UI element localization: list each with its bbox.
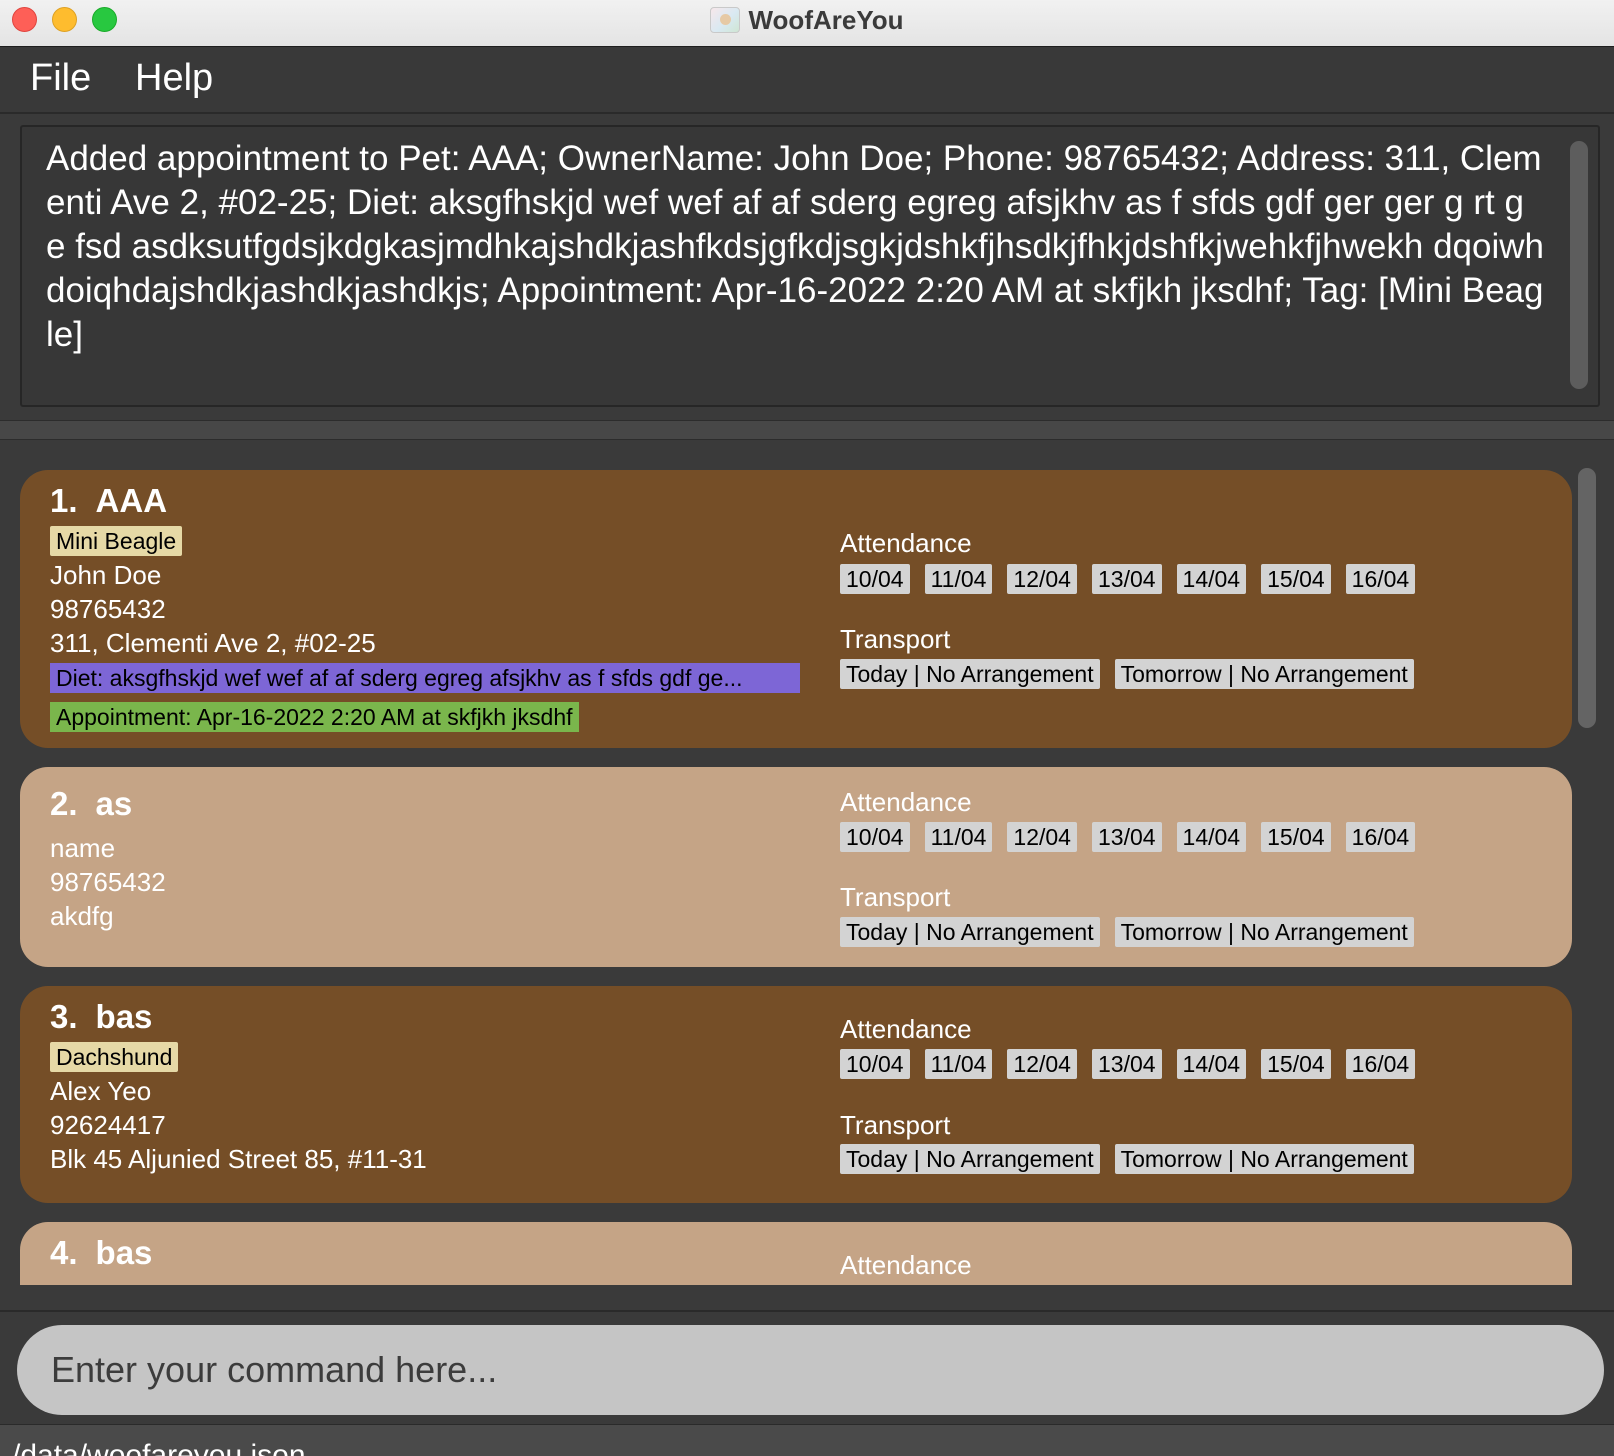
attendance-date-chip: 13/04 <box>1091 1049 1162 1079</box>
attendance-date-chip: 15/04 <box>1261 564 1331 594</box>
pet-name-heading: 1. AAA <box>50 482 167 520</box>
menu-help[interactable]: Help <box>135 57 213 100</box>
attendance-date-chip: 12/04 <box>1007 1049 1077 1079</box>
title-group: WoofAreYou <box>0 0 1614 40</box>
window-title: WoofAreYou <box>748 4 904 35</box>
owner-name: name <box>50 833 116 863</box>
attendance-heading: Attendance <box>840 787 972 817</box>
pet-name: AAA <box>95 482 168 519</box>
pet-index: 3. <box>50 998 78 1035</box>
command-area <box>0 1310 1614 1424</box>
transport-tomorrow-chip: Tomorrow | No Arrangement <box>1114 659 1414 689</box>
attendance-date-chip: 16/04 <box>1345 1049 1416 1079</box>
pet-name-heading: 3. bas <box>50 998 152 1036</box>
attendance-date-chip: 16/04 <box>1345 822 1416 852</box>
transport-heading: Transport <box>840 1110 951 1140</box>
attendance-dates: 10/04 11/04 12/04 13/04 14/04 15/04 16/0… <box>840 564 1416 594</box>
pet-name: as <box>95 785 133 822</box>
pet-list[interactable]: 1. AAA Mini Beagle John Doe 98765432 311,… <box>0 448 1614 1285</box>
diet-label: Diet: aksgfhskjd wef wef af af sderg egr… <box>50 663 800 693</box>
app-logo-icon <box>710 7 741 33</box>
menu-bar: File Help <box>0 47 1614 114</box>
pet-name-heading: 2. as <box>50 785 132 823</box>
attendance-date-chip: 14/04 <box>1176 822 1247 852</box>
attendance-date-chip: 11/04 <box>924 1049 993 1079</box>
pet-name-heading: 4. bas <box>50 1234 152 1272</box>
attendance-date-chip: 10/04 <box>840 1049 910 1079</box>
pet-index: 4. <box>50 1234 78 1271</box>
attendance-heading: Attendance <box>840 1014 972 1044</box>
pet-index: 1. <box>50 482 78 519</box>
attendance-heading: Attendance <box>840 1250 972 1280</box>
attendance-date-chip: 10/04 <box>840 564 910 594</box>
result-message: Added appointment to Pet: AAA; OwnerName… <box>46 139 1544 354</box>
pet-index: 2. <box>50 785 78 822</box>
transport-chips: Today | No Arrangement Tomorrow | No Arr… <box>840 659 1414 689</box>
address: akdfg <box>50 901 114 931</box>
breed-tag: Dachshund <box>50 1042 179 1072</box>
attendance-dates: 10/04 11/04 12/04 13/04 14/04 15/04 16/0… <box>840 1049 1416 1079</box>
transport-chips: Today | No Arrangement Tomorrow | No Arr… <box>840 1144 1414 1174</box>
attendance-date-chip: 12/04 <box>1007 564 1077 594</box>
pet-card[interactable]: 1. AAA Mini Beagle John Doe 98765432 311,… <box>20 470 1572 748</box>
transport-heading: Transport <box>840 882 951 912</box>
phone-number: 98765432 <box>50 867 166 897</box>
attendance-date-chip: 11/04 <box>924 564 993 594</box>
pet-name: bas <box>95 1234 153 1271</box>
pet-card[interactable]: 2. as name 98765432 akdfg Attendance 10/0… <box>20 767 1572 967</box>
pet-name: bas <box>95 998 153 1035</box>
owner-name: John Doe <box>50 560 162 590</box>
attendance-date-chip: 11/04 <box>924 822 993 852</box>
pet-card[interactable]: 4. bas Attendance <box>20 1222 1572 1285</box>
breed-tag: Mini Beagle <box>50 526 183 556</box>
address: Blk 45 Aljunied Street 85, #11-31 <box>50 1144 427 1174</box>
result-display[interactable]: Added appointment to Pet: AAA; OwnerName… <box>20 125 1600 407</box>
pane-divider[interactable] <box>0 420 1614 440</box>
transport-tomorrow-chip: Tomorrow | No Arrangement <box>1114 1144 1414 1174</box>
transport-today-chip: Today | No Arrangement <box>840 917 1100 947</box>
attendance-date-chip: 13/04 <box>1091 564 1162 594</box>
result-scrollbar[interactable] <box>1570 141 1588 389</box>
command-input[interactable] <box>17 1325 1604 1415</box>
address: 311, Clementi Ave 2, #02-25 <box>50 628 376 658</box>
attendance-date-chip: 13/04 <box>1091 822 1162 852</box>
attendance-date-chip: 14/04 <box>1176 1049 1247 1079</box>
transport-today-chip: Today | No Arrangement <box>840 1144 1100 1174</box>
owner-name: Alex Yeo <box>50 1076 152 1106</box>
appointment-label: Appointment: Apr-16-2022 2:20 AM at skfj… <box>50 702 579 732</box>
menu-file[interactable]: File <box>30 57 91 100</box>
transport-tomorrow-chip: Tomorrow | No Arrangement <box>1114 917 1414 947</box>
attendance-date-chip: 14/04 <box>1176 564 1247 594</box>
attendance-date-chip: 10/04 <box>840 822 910 852</box>
phone-number: 98765432 <box>50 594 166 624</box>
attendance-date-chip: 15/04 <box>1261 822 1331 852</box>
transport-heading: Transport <box>840 624 951 654</box>
data-file-path: /data/woofareyou.json <box>12 1439 306 1456</box>
attendance-dates: 10/04 11/04 12/04 13/04 14/04 15/04 16/0… <box>840 822 1416 852</box>
attendance-heading: Attendance <box>840 528 972 558</box>
attendance-date-chip: 15/04 <box>1261 1049 1331 1079</box>
attendance-date-chip: 16/04 <box>1345 564 1416 594</box>
attendance-date-chip: 12/04 <box>1007 822 1077 852</box>
transport-today-chip: Today | No Arrangement <box>840 659 1100 689</box>
list-scrollbar[interactable] <box>1578 468 1596 728</box>
window-titlebar: WoofAreYou <box>0 0 1614 47</box>
status-bar: /data/woofareyou.json <box>0 1424 1614 1456</box>
transport-chips: Today | No Arrangement Tomorrow | No Arr… <box>840 917 1414 947</box>
pet-card[interactable]: 3. bas Dachshund Alex Yeo 92624417 Blk 45… <box>20 986 1572 1203</box>
phone-number: 92624417 <box>50 1110 166 1140</box>
